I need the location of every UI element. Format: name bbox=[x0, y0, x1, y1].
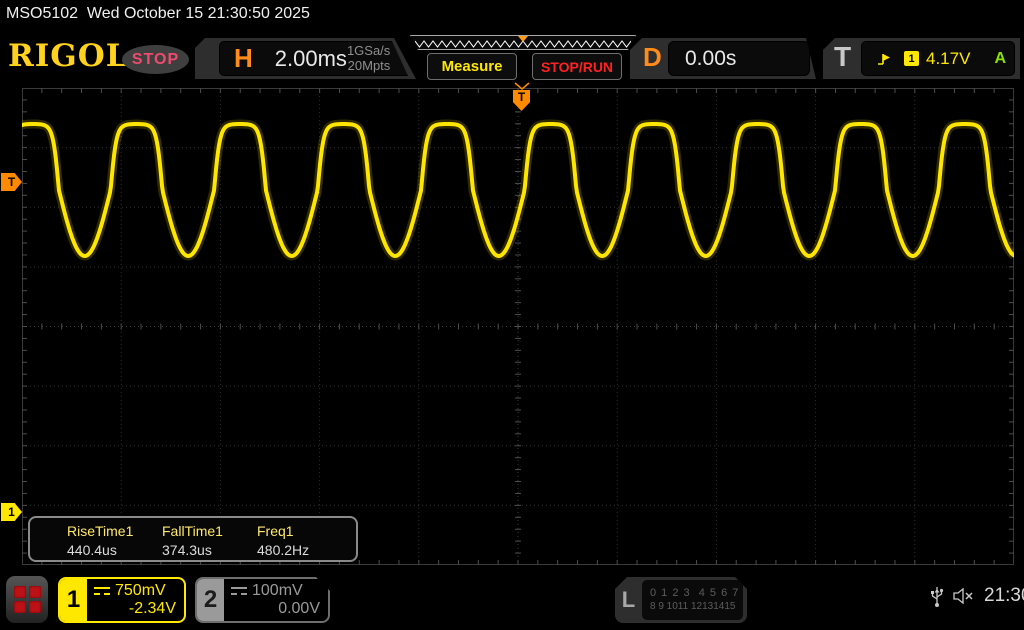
rigol-logo: RIGOL bbox=[8, 38, 129, 74]
usb-icon bbox=[931, 587, 944, 607]
measurement-results-box[interactable]: RiseTime1 440.4us FallTime1 374.3us Freq… bbox=[28, 516, 358, 562]
trigger-level-marker[interactable]: T bbox=[1, 173, 22, 191]
model-and-datetime: MSO5102 Wed October 15 21:30:50 2025 bbox=[6, 5, 310, 22]
rising-edge-trigger-icon bbox=[878, 53, 890, 65]
menu-grid-icon bbox=[13, 586, 41, 613]
trigger-panel[interactable]: T 1 4.17V A bbox=[823, 38, 1020, 79]
channel-2-number: 2 bbox=[197, 579, 224, 621]
channel-1-status[interactable]: 1 750mV -2.34V bbox=[58, 577, 186, 623]
trigger-label: T bbox=[834, 41, 852, 72]
channel-2-scale: 100mV bbox=[252, 582, 303, 599]
measure-button[interactable]: Measure bbox=[427, 53, 517, 80]
measurement-name: FallTime1 bbox=[162, 523, 223, 539]
dc-coupling-icon bbox=[231, 587, 247, 596]
graticule-and-trace bbox=[18, 88, 1018, 565]
measurement-name: Freq1 bbox=[257, 523, 294, 539]
measurement-value: 480.2Hz bbox=[257, 542, 310, 558]
channel-1-scale: 750mV bbox=[115, 582, 166, 599]
channel1-ground-marker[interactable]: 1 bbox=[1, 503, 22, 521]
sample-rate: 1GSa/s bbox=[346, 43, 391, 59]
logic-channels-8-15: 8 9 1011 12131415 bbox=[650, 601, 736, 612]
horizontal-label: H bbox=[234, 43, 253, 73]
measurement-item: FallTime1 374.3us bbox=[162, 523, 257, 560]
status-tray: 21:30 bbox=[930, 583, 1024, 608]
trigger-display: 1 4.17V A bbox=[861, 41, 1015, 76]
overview-trigger-position-icon bbox=[518, 36, 528, 42]
trigger-mode: A bbox=[994, 49, 1006, 67]
waveform-overview-strip[interactable] bbox=[410, 35, 636, 50]
delay-value: 0.00s bbox=[685, 46, 737, 70]
oscilloscope-screen: MSO5102 Wed October 15 21:30:50 2025 RIG… bbox=[0, 0, 1024, 630]
measurement-item: Freq1 480.2Hz bbox=[257, 523, 352, 560]
horizontal-display: H 2.00ms 1GSa/s 20Mpts bbox=[219, 41, 408, 76]
logic-analyzer-label: L bbox=[621, 587, 636, 612]
measurement-value: 440.4us bbox=[67, 542, 117, 558]
main-menu-button[interactable] bbox=[6, 576, 48, 623]
channel-2-status[interactable]: 2 100mV 0.00V bbox=[195, 577, 330, 623]
measurement-name: RiseTime1 bbox=[67, 523, 134, 539]
trigger-source-badge: 1 bbox=[904, 51, 919, 66]
stop-run-button[interactable]: STOP/RUN bbox=[532, 53, 622, 80]
logic-channels-0-7: 0 1 2 3 4 5 6 7 bbox=[650, 587, 740, 599]
delay-display: 0.00s bbox=[668, 41, 810, 76]
dc-coupling-icon bbox=[94, 586, 110, 596]
memory-depth: 20Mpts bbox=[347, 57, 391, 73]
logic-channel-list: 0 1 2 3 4 5 6 7 8 9 1011 12131415 bbox=[642, 580, 743, 620]
clock: 21:30 bbox=[984, 584, 1024, 606]
delay-panel[interactable]: D 0.00s bbox=[630, 38, 816, 79]
trigger-position-chevron-icon bbox=[514, 82, 530, 90]
channel-1-number: 1 bbox=[60, 579, 87, 621]
channel-1-values: 750mV -2.34V bbox=[87, 579, 184, 621]
measurement-value: 374.3us bbox=[162, 542, 212, 558]
delay-label: D bbox=[643, 42, 662, 72]
speaker-mute-icon bbox=[953, 587, 973, 604]
logic-analyzer-status[interactable]: L 0 1 2 3 4 5 6 7 8 9 1011 12131415 bbox=[615, 577, 747, 623]
sample-rate-and-depth: 1GSa/s 20Mpts bbox=[347, 44, 390, 73]
trigger-level-value: 4.17V bbox=[926, 48, 971, 68]
measurement-item: RiseTime1 440.4us bbox=[67, 523, 162, 560]
waveform-display[interactable] bbox=[18, 88, 1018, 565]
channel-1-offset: -2.34V bbox=[128, 600, 176, 617]
horizontal-panel[interactable]: H 2.00ms 1GSa/s 20Mpts bbox=[195, 38, 416, 79]
channel-2-values: 100mV 0.00V bbox=[224, 579, 328, 621]
timebase-value: 2.00ms bbox=[274, 45, 347, 71]
acquisition-status-badge: STOP bbox=[122, 45, 189, 74]
channel-2-offset: 0.00V bbox=[278, 600, 320, 617]
